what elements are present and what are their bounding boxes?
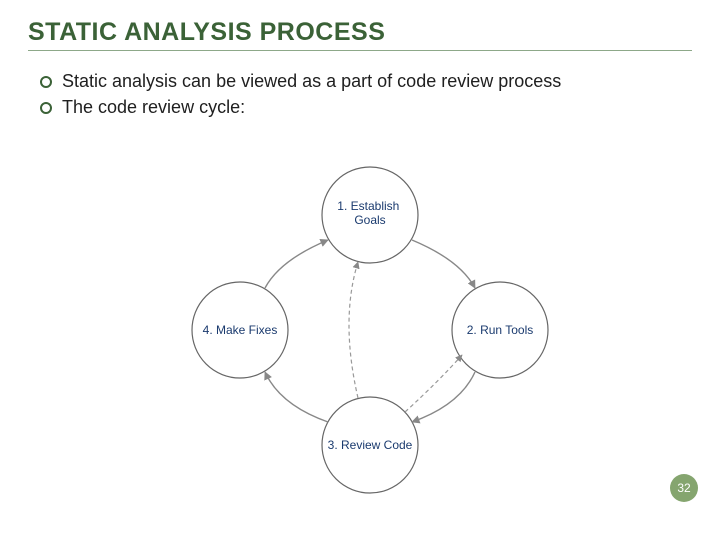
bullet-item: The code review cycle: [40, 95, 692, 119]
arrow-3-1-dashed [349, 262, 358, 398]
arrow-3-2-dashed [405, 355, 462, 412]
arrow-3-4 [265, 372, 328, 422]
arrow-1-2 [412, 240, 475, 288]
cycle-diagram-svg: 1. Establish Goals 2. Run Tools 3. Revie… [180, 160, 560, 500]
slide-title: STATIC ANALYSIS PROCESS [28, 18, 692, 51]
page-number-badge: 32 [670, 474, 698, 502]
bullet-item: Static analysis can be viewed as a part … [40, 69, 692, 93]
bullet-list: Static analysis can be viewed as a part … [28, 69, 692, 120]
slide: STATIC ANALYSIS PROCESS Static analysis … [0, 0, 720, 540]
node-label: 3. Review Code [328, 438, 413, 452]
arrow-4-1 [265, 240, 328, 288]
node-label: 2. Run Tools [467, 323, 534, 337]
node-label: 4. Make Fixes [203, 323, 278, 337]
cycle-diagram: 1. Establish Goals 2. Run Tools 3. Revie… [180, 160, 560, 500]
